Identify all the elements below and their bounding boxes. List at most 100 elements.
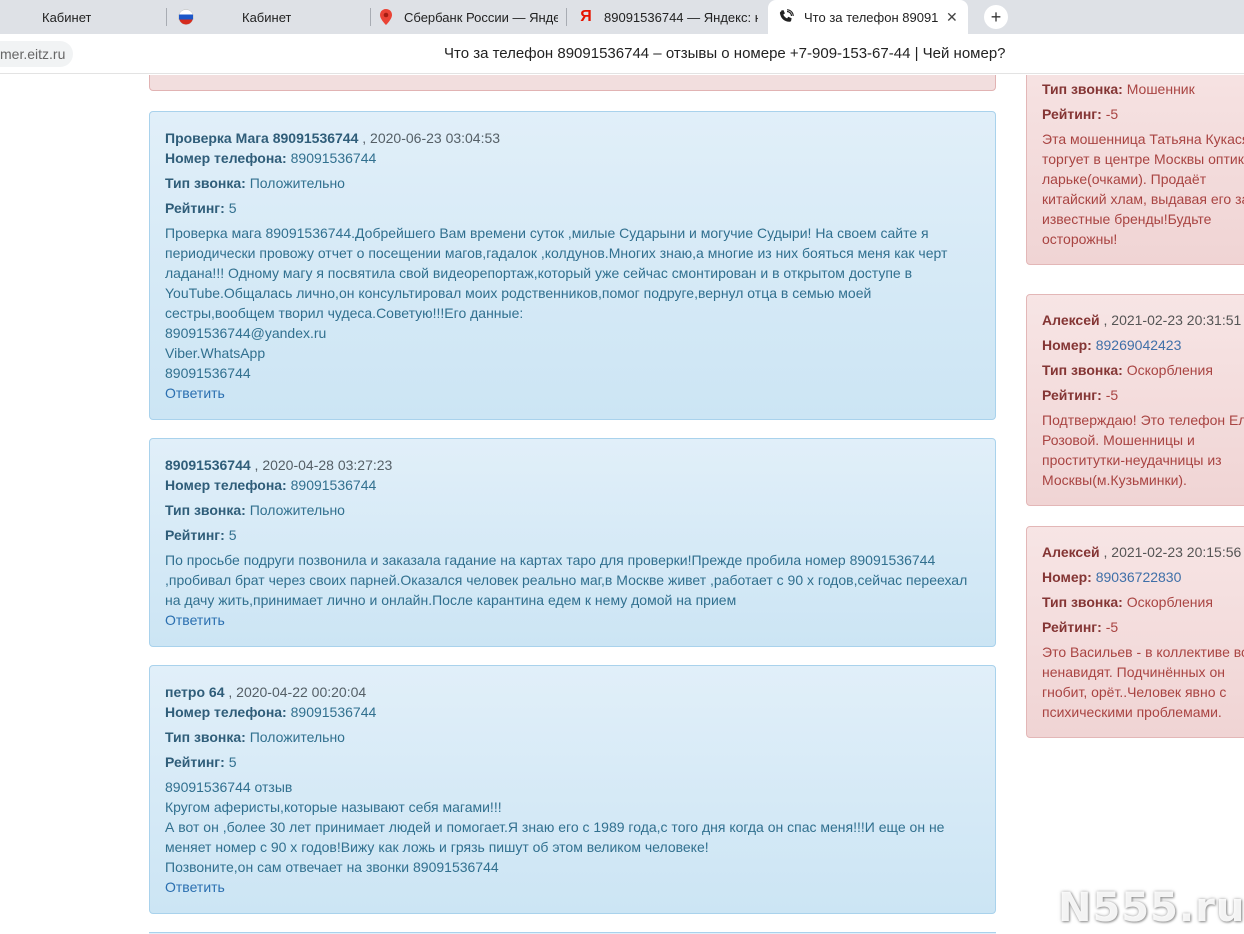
sidebar-text-line: Эта мошенница Татьяна Кукасян bbox=[1042, 131, 1244, 147]
sidebar-author: Алексей bbox=[1042, 312, 1100, 328]
sidebar-text-line: ненавидят. Подчинённых он bbox=[1042, 664, 1225, 680]
sidebar-review-text: Это Васильев - в коллективе все ненавидя… bbox=[1042, 642, 1244, 722]
review-text-line: По просьбе подруги позвонила и заказала … bbox=[165, 552, 936, 568]
watermark-logo: N555.ru bbox=[1058, 885, 1244, 931]
close-tab-icon[interactable]: ✕ bbox=[946, 9, 958, 26]
rating-label: Рейтинг: bbox=[165, 200, 225, 216]
tab-separator bbox=[370, 8, 371, 26]
review-text-line: А вот он ,более 30 лет принимает людей и… bbox=[165, 819, 945, 835]
tab-label: Что за телефон 8909153 bbox=[804, 9, 938, 25]
review-text-line: Позвоните,он сам отвечает на звонки 8909… bbox=[165, 859, 499, 875]
tab-label: Сбербанк России — Яндекс bbox=[404, 9, 558, 25]
review-text-line: ,пробивал брат через своих парней.Оказал… bbox=[165, 572, 968, 588]
yandex-icon: Я bbox=[580, 8, 592, 25]
reply-link[interactable]: Ответить bbox=[165, 877, 980, 897]
phone-label: Номер телефона: bbox=[165, 704, 287, 720]
sidebar-text-line: гнобит, орёт..Человек явно с bbox=[1042, 684, 1227, 700]
sidebar-text-line: ларьке(очками). Продаёт bbox=[1042, 171, 1207, 187]
call-type-label: Тип звонка: bbox=[165, 175, 246, 191]
review-text-line: на дачу жить,принимает лично и онлайн.По… bbox=[165, 592, 737, 608]
phone-label: Номер телефона: bbox=[165, 150, 287, 166]
review-text-line: Viber.WhatsApp bbox=[165, 345, 266, 361]
review-text-line: сестры,вообщем творил чудеса.Советую!!!Е… bbox=[165, 305, 524, 321]
sidebar-call-type: Оскорбления bbox=[1126, 362, 1213, 378]
review-card: Проверка Мага 89091536744 , 2020-06-23 0… bbox=[149, 111, 996, 420]
review-phone: 89091536744 bbox=[290, 477, 377, 493]
review-text-line: периодически провожу отчет о посещении м… bbox=[165, 245, 948, 261]
sidebar-call-type: Оскорбления bbox=[1126, 594, 1213, 610]
review-phone: 89091536744 bbox=[290, 150, 377, 166]
sidebar-review-text: Эта мошенница Татьяна Кукасян торгует в … bbox=[1042, 129, 1244, 249]
review-text-line: ладана!!! Одному магу я посвятила свой в… bbox=[165, 265, 913, 281]
review-author: Проверка Мага 89091536744 bbox=[165, 130, 359, 146]
review-date: , 2020-04-28 03:27:23 bbox=[254, 457, 393, 473]
phone-icon bbox=[778, 9, 794, 25]
review-text: Проверка мага 89091536744.Добрейшего Вам… bbox=[165, 223, 980, 383]
sidebar-phone-link[interactable]: 89036722830 bbox=[1096, 569, 1182, 585]
phone-label: Номер телефона: bbox=[165, 477, 287, 493]
new-tab-button[interactable]: + bbox=[984, 5, 1008, 29]
tab-phone-reviews[interactable]: Что за телефон 8909153 ✕ bbox=[768, 0, 968, 34]
tab-label: Кабинет bbox=[42, 9, 92, 25]
sidebar-text-line: торгует в центре Москвы оптикой в bbox=[1042, 151, 1244, 167]
review-call-type: Положительно bbox=[249, 502, 345, 518]
reply-link[interactable]: Ответить bbox=[165, 610, 980, 630]
address-bar: mer.eitz.ru Что за телефон 89091536744 –… bbox=[0, 34, 1244, 74]
sidebar-date: , 2021-02-23 20:15:56 bbox=[1103, 544, 1242, 560]
page-content: Проверка Мага 89091536744 , 2020-06-23 0… bbox=[0, 75, 1244, 934]
review-text-line: YouTube.Общалась лично,он консультировал… bbox=[165, 285, 872, 301]
sidebar-text-line: китайский хлам, выдавая его за bbox=[1042, 191, 1244, 207]
review-text-line: 89091536744 bbox=[165, 365, 251, 381]
sidebar-call-type: Мошенник bbox=[1126, 81, 1195, 97]
tab-cabinet-2[interactable]: Кабинет bbox=[178, 0, 368, 34]
map-pin-icon bbox=[378, 9, 394, 25]
rating-label: Рейтинг: bbox=[165, 754, 225, 770]
call-type-label: Тип звонка: bbox=[1042, 594, 1123, 610]
review-rating: 5 bbox=[228, 200, 237, 216]
rating-label: Рейтинг: bbox=[1042, 387, 1102, 403]
tab-yandex[interactable]: Я 89091536744 — Яндекс: н bbox=[578, 0, 758, 34]
rating-label: Рейтинг: bbox=[165, 527, 225, 543]
tab-bar: Кабинет Кабинет Сбербанк России — Яндекс… bbox=[0, 0, 1244, 34]
russia-flag-icon bbox=[178, 9, 194, 25]
review-text: 89091536744 отзыв Кругом аферисты,которы… bbox=[165, 777, 980, 877]
call-type-label: Тип звонка: bbox=[1042, 362, 1123, 378]
reply-link[interactable]: Ответить bbox=[165, 383, 980, 403]
phone-label: Номер: bbox=[1042, 569, 1092, 585]
page-title: Что за телефон 89091536744 – отзывы о но… bbox=[444, 45, 1006, 62]
tab-sberbank[interactable]: Сбербанк России — Яндекс bbox=[378, 0, 558, 34]
sidebar-review-card: Алексей , 2021-02-23 20:31:51 Номер: 892… bbox=[1026, 294, 1244, 506]
sidebar-text-line: Это Васильев - в коллективе все bbox=[1042, 644, 1244, 660]
review-card-partial bbox=[149, 75, 996, 91]
review-call-type: Положительно bbox=[249, 175, 345, 191]
review-author: 89091536744 bbox=[165, 457, 251, 473]
review-text: По просьбе подруги позвонила и заказала … bbox=[165, 550, 980, 610]
sidebar-rating: -5 bbox=[1105, 619, 1119, 635]
review-text-line: меняет номер с 90 х годов!Вижу как ложь … bbox=[165, 839, 709, 855]
call-type-label: Тип звонка: bbox=[165, 502, 246, 518]
tab-separator bbox=[566, 8, 567, 26]
phone-label: Номер: bbox=[1042, 337, 1092, 353]
sidebar-review-text: Подтверждаю! Это телефон Елены Розовой. … bbox=[1042, 410, 1244, 490]
sidebar-date: , 2021-02-23 20:31:51 bbox=[1103, 312, 1242, 328]
review-text-line: 89091536744@yandex.ru bbox=[165, 325, 327, 341]
tab-label: 89091536744 — Яндекс: н bbox=[604, 9, 758, 25]
review-call-type: Положительно bbox=[249, 729, 345, 745]
review-phone: 89091536744 bbox=[290, 704, 377, 720]
rating-label: Рейтинг: bbox=[1042, 619, 1102, 635]
sidebar-text-line: проститутки-неудачницы из bbox=[1042, 452, 1222, 468]
call-type-label: Тип звонка: bbox=[165, 729, 246, 745]
sidebar-text-line: психическими проблемами. bbox=[1042, 704, 1222, 720]
sidebar-text-line: Москвы(м.Кузьминки). bbox=[1042, 472, 1187, 488]
tab-cabinet-1[interactable]: Кабинет bbox=[42, 0, 162, 34]
sidebar-author: Алексей bbox=[1042, 544, 1100, 560]
review-card: петро 64 , 2020-04-22 00:20:04 Номер тел… bbox=[149, 665, 996, 914]
sidebar-text-line: Розовой. Мошенницы и bbox=[1042, 432, 1195, 448]
rating-label: Рейтинг: bbox=[1042, 106, 1102, 122]
review-text-line: 89091536744 отзыв bbox=[165, 779, 293, 795]
tab-separator bbox=[166, 8, 167, 26]
review-text-line: Кругом аферисты,которые называют себя ма… bbox=[165, 799, 502, 815]
url-field[interactable]: mer.eitz.ru bbox=[0, 41, 74, 67]
sidebar-text-line: осторожны! bbox=[1042, 231, 1118, 247]
sidebar-phone-link[interactable]: 89269042423 bbox=[1096, 337, 1182, 353]
